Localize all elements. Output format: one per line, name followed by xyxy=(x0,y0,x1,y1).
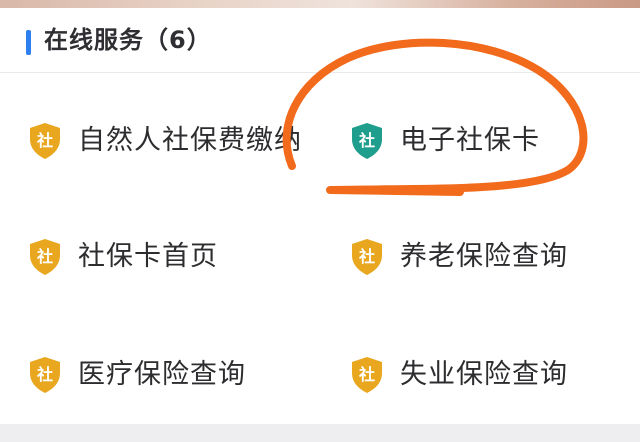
service-item-pension-query[interactable]: 社 养老保险查询 xyxy=(350,235,568,279)
social-security-shield-icon: 社 xyxy=(30,123,60,159)
footer-divider-strip xyxy=(0,424,640,442)
service-grid: 社 自然人社保费缴纳 社 电子社保卡 社 社保卡首页 社 养老保险查询 社 医疗… xyxy=(0,73,640,424)
service-label: 自然人社保费缴纳 xyxy=(78,125,302,156)
shield-glyph: 社 xyxy=(358,365,375,384)
section-title: 在线服务（6） xyxy=(44,26,212,54)
service-item-unemployment-query[interactable]: 社 失业保险查询 xyxy=(350,353,568,397)
social-security-shield-icon: 社 xyxy=(30,357,60,393)
service-label: 医疗保险查询 xyxy=(78,359,246,390)
service-label: 养老保险查询 xyxy=(400,241,568,272)
service-item-card-home[interactable]: 社 社保卡首页 xyxy=(28,235,218,279)
shield-glyph: 社 xyxy=(36,247,53,266)
service-label: 失业保险查询 xyxy=(400,359,568,390)
shield-glyph: 社 xyxy=(358,247,375,266)
top-photo-strip xyxy=(0,0,640,8)
service-item-electronic-card[interactable]: 社 电子社保卡 xyxy=(350,119,540,163)
social-security-shield-icon: 社 xyxy=(30,239,60,275)
service-label: 电子社保卡 xyxy=(400,125,540,156)
service-label: 社保卡首页 xyxy=(78,241,218,272)
service-item-natural-person-payment[interactable]: 社 自然人社保费缴纳 xyxy=(28,119,302,163)
shield-glyph: 社 xyxy=(36,365,53,384)
service-item-medical-query[interactable]: 社 医疗保险查询 xyxy=(28,353,246,397)
section-header: 在线服务（6） xyxy=(0,8,640,73)
shield-glyph: 社 xyxy=(358,131,375,150)
shield-glyph: 社 xyxy=(36,131,53,150)
online-services-panel: 在线服务（6） 社 自然人社保费缴纳 社 电子社保卡 社 社保卡首页 社 养老保… xyxy=(0,8,640,424)
social-security-shield-icon: 社 xyxy=(352,357,382,393)
header-accent-bar xyxy=(26,30,31,55)
social-security-shield-icon: 社 xyxy=(352,123,382,159)
social-security-shield-icon: 社 xyxy=(352,239,382,275)
